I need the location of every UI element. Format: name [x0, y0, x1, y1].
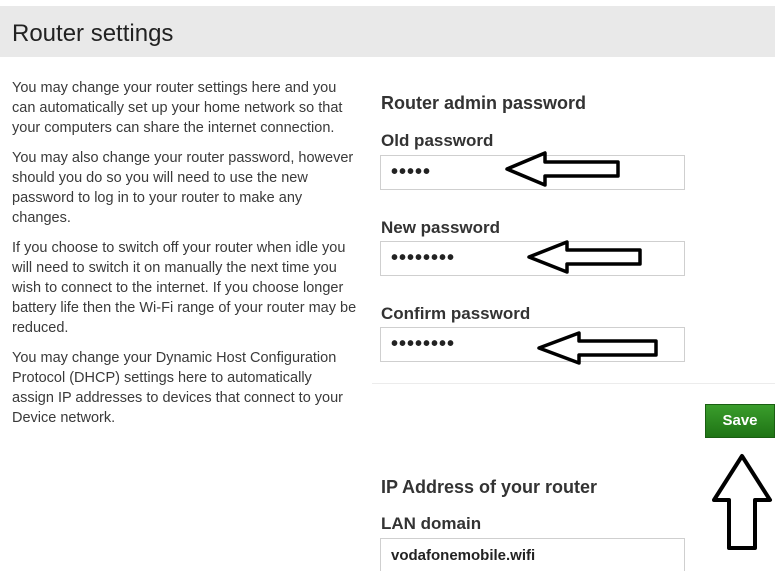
- lan-domain-field[interactable]: vodafonemobile.wifi: [380, 538, 685, 571]
- lan-domain-label: LAN domain: [381, 514, 482, 533]
- old-password-value: •••••: [391, 161, 432, 183]
- confirm-password-value: ••••••••: [391, 333, 456, 355]
- intro-paragraph: You may also change your router password…: [12, 150, 354, 226]
- new-password-value: ••••••••: [391, 247, 456, 269]
- intro-paragraph: If you choose to switch off your router …: [12, 240, 357, 336]
- new-password-label: New password: [381, 218, 501, 237]
- lan-domain-value: vodafonemobile.wifi: [391, 547, 536, 564]
- intro-paragraph: You may change your Dynamic Host Configu…: [12, 350, 344, 426]
- left-arrow-icon: [505, 151, 620, 187]
- left-arrow-icon: [537, 331, 658, 365]
- old-password-label: Old password: [381, 131, 494, 150]
- intro-paragraph: You may change your router settings here…: [12, 80, 343, 136]
- router-settings-page: Router settings You may change your rout…: [0, 0, 775, 571]
- confirm-password-label: Confirm password: [381, 304, 531, 323]
- page-title: Router settings: [12, 20, 174, 47]
- intro-text: You may change your router settings here…: [12, 78, 357, 438]
- ip-address-section-title: IP Address of your router: [381, 477, 598, 497]
- left-arrow-icon: [527, 240, 642, 274]
- admin-password-section-title: Router admin password: [381, 93, 587, 113]
- section-divider: [372, 383, 775, 384]
- save-button[interactable]: Save: [705, 404, 775, 438]
- up-arrow-icon: [712, 454, 772, 550]
